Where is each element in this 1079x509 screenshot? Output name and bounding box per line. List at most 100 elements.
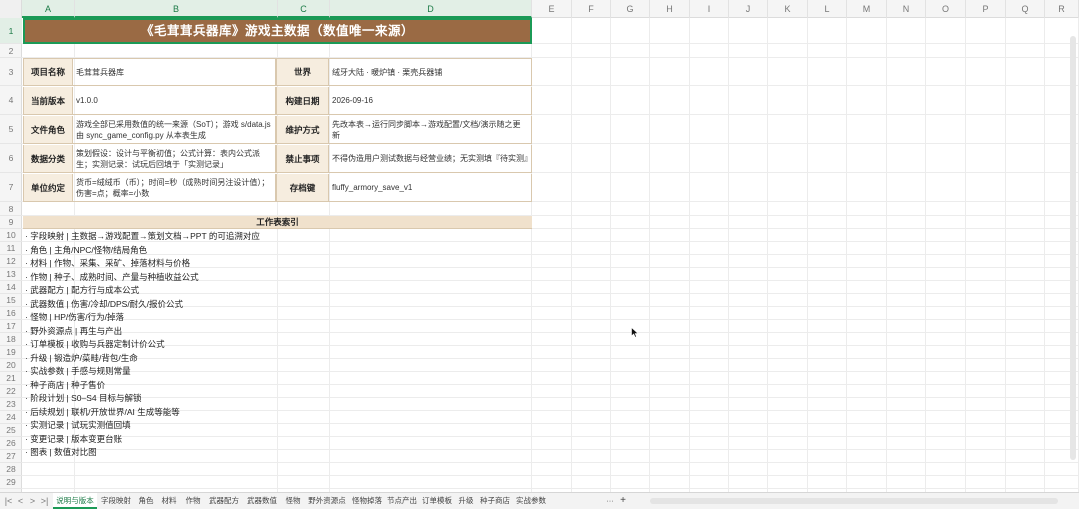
column-header-e[interactable]: E <box>532 0 572 18</box>
column-header-o[interactable]: O <box>926 0 966 18</box>
value-build-date[interactable]: 2026-09-16 <box>329 87 532 114</box>
value-project-name[interactable]: 毛茸茸兵器库 <box>73 59 276 85</box>
label-prohibited[interactable]: 禁止事项 <box>276 145 329 172</box>
sheet-tab[interactable]: 种子商店 <box>477 493 513 509</box>
sheet-tab[interactable]: 野外资源点 <box>305 493 349 509</box>
sheet-index-item[interactable]: · 种子商店 | 种子售价 <box>25 379 105 392</box>
sheet-index-item[interactable]: · 图表 | 数值对比图 <box>25 446 97 459</box>
row-header-13[interactable]: 13 <box>0 268 22 281</box>
value-units[interactable]: 货币=绒绒币（币）；时间=秒（成熟时间另注设计值）；伤害=点；概率=小数 <box>73 174 276 201</box>
sheet-index-item[interactable]: · 怪物 | HP/伤害/行为/掉落 <box>25 311 124 324</box>
label-file-role[interactable]: 文件角色 <box>23 116 73 143</box>
prev-sheet-button[interactable]: < <box>16 493 25 509</box>
row-header-9[interactable]: 9 <box>0 216 22 229</box>
row-header-18[interactable]: 18 <box>0 333 22 346</box>
column-header-k[interactable]: K <box>768 0 808 18</box>
row-header-5[interactable]: 5 <box>0 115 22 144</box>
label-build-date[interactable]: 构建日期 <box>276 87 329 114</box>
label-project-name[interactable]: 项目名称 <box>23 59 73 85</box>
row-header-12[interactable]: 12 <box>0 255 22 268</box>
column-header-c[interactable]: C <box>278 0 330 18</box>
add-sheet-button[interactable]: + <box>617 493 629 509</box>
sheet-tab[interactable]: 材料 <box>157 493 181 509</box>
sheet-index-item[interactable]: · 实测记录 | 试玩实测值回填 <box>25 419 131 432</box>
title-cell[interactable]: 《毛茸茸兵器库》游戏主数据（数值唯一来源） <box>23 18 532 44</box>
column-header-d[interactable]: D <box>330 0 532 18</box>
row-header-4[interactable]: 4 <box>0 86 22 115</box>
sheet-index-item[interactable]: · 订单模板 | 收购与兵器定制计价公式 <box>25 338 165 351</box>
sheet-tab[interactable]: 升级 <box>455 493 477 509</box>
row-header-14[interactable]: 14 <box>0 281 22 294</box>
value-prohibited[interactable]: 不得伪造用户测试数据与经营业绩；无实测填『待实测』 <box>329 145 532 172</box>
sheet-index-item[interactable]: · 武器配方 | 配方行与成本公式 <box>25 284 139 297</box>
column-header-h[interactable]: H <box>650 0 690 18</box>
row-header-27[interactable]: 27 <box>0 450 22 463</box>
column-header-n[interactable]: N <box>887 0 926 18</box>
row-header-28[interactable]: 28 <box>0 463 22 476</box>
column-header-b[interactable]: B <box>75 0 278 18</box>
sheet-index-item[interactable]: · 角色 | 主角/NPC/怪物/结局角色 <box>25 244 147 257</box>
row-header-16[interactable]: 16 <box>0 307 22 320</box>
row-header-3[interactable]: 3 <box>0 58 22 86</box>
row-header-6[interactable]: 6 <box>0 144 22 173</box>
row-header-21[interactable]: 21 <box>0 372 22 385</box>
column-header-a[interactable]: A <box>22 0 75 18</box>
row-header-22[interactable]: 22 <box>0 385 22 398</box>
sheet-tab[interactable]: 怪物 <box>281 493 305 509</box>
sheet-tab[interactable]: 武器数值 <box>243 493 281 509</box>
label-units[interactable]: 单位约定 <box>23 174 73 201</box>
label-world[interactable]: 世界 <box>276 59 329 85</box>
row-header-20[interactable]: 20 <box>0 359 22 372</box>
row-header-15[interactable]: 15 <box>0 294 22 307</box>
column-header-m[interactable]: M <box>847 0 887 18</box>
column-header-p[interactable]: P <box>966 0 1006 18</box>
row-header-29[interactable]: 29 <box>0 476 22 489</box>
sheet-tab[interactable]: 说明与版本 <box>53 493 97 509</box>
column-header-l[interactable]: L <box>808 0 847 18</box>
value-save-key[interactable]: fluffy_armory_save_v1 <box>329 174 532 201</box>
row-header-25[interactable]: 25 <box>0 424 22 437</box>
last-sheet-button[interactable]: >| <box>40 493 49 509</box>
sheet-tab[interactable]: 角色 <box>135 493 157 509</box>
sheet-tab[interactable]: 订单模板 <box>419 493 455 509</box>
value-maintenance[interactable]: 先改本表→运行同步脚本→游戏配置/文档/演示随之更新 <box>329 116 532 143</box>
row-header-24[interactable]: 24 <box>0 411 22 424</box>
value-world[interactable]: 绒牙大陆 · 暖炉镇 · 栗壳兵器铺 <box>329 59 532 85</box>
sheet-index-item[interactable]: · 变更记录 | 版本变更台账 <box>25 433 122 446</box>
sheet-index-item[interactable]: · 野外资源点 | 再生与产出 <box>25 325 122 338</box>
row-header-8[interactable]: 8 <box>0 202 22 216</box>
sheet-grid[interactable]: 《毛茸茸兵器库》游戏主数据（数值唯一来源） 项目名称 毛茸茸兵器库 世界 绒牙大… <box>22 18 1079 492</box>
value-data-class[interactable]: 策划假设：设计与平衡初值；公式计算：表内公式派生；实测记录：试玩后回填于「实测记… <box>73 145 276 172</box>
value-file-role[interactable]: 游戏全部已采用数值的统一来源（SoT）；游戏 s/data.js 由 sync_… <box>73 116 276 143</box>
column-header-r[interactable]: R <box>1045 0 1079 18</box>
first-sheet-button[interactable]: |< <box>4 493 13 509</box>
label-maintenance[interactable]: 维护方式 <box>276 116 329 143</box>
sheet-tab[interactable]: 实战参数 <box>513 493 549 509</box>
column-header-i[interactable]: I <box>690 0 729 18</box>
row-header-2[interactable]: 2 <box>0 44 22 58</box>
sheet-index-header[interactable]: 工作表索引 <box>23 216 532 229</box>
sheet-index-item[interactable]: · 升级 | 锻造炉/菜畦/背包/生命 <box>25 352 138 365</box>
column-header-f[interactable]: F <box>572 0 611 18</box>
column-header-j[interactable]: J <box>729 0 768 18</box>
select-all-corner[interactable] <box>0 0 22 18</box>
sheet-index-item[interactable]: · 材料 | 作物、采集、采矿、掉落材料与价格 <box>25 257 190 270</box>
horizontal-scrollbar[interactable] <box>650 498 1058 504</box>
sheet-tab[interactable]: 武器配方 <box>205 493 243 509</box>
row-header-1[interactable]: 1 <box>0 18 22 44</box>
column-header-q[interactable]: Q <box>1006 0 1045 18</box>
row-header-10[interactable]: 10 <box>0 229 22 242</box>
row-header-17[interactable]: 17 <box>0 320 22 333</box>
sheet-index-item[interactable]: · 武器数值 | 伤害/冷却/DPS/耐久/报价公式 <box>25 298 183 311</box>
sheet-tab[interactable]: 怪物掉落 <box>349 493 385 509</box>
row-header-26[interactable]: 26 <box>0 437 22 450</box>
sheet-tab[interactable]: 字段映射 <box>97 493 135 509</box>
value-version[interactable]: v1.0.0 <box>73 87 276 114</box>
sheet-index-item[interactable]: · 后续规划 | 联机/开放世界/AI 生成等能等 <box>25 406 180 419</box>
sheet-index-item[interactable]: · 字段映射 | 主数据→游戏配置→策划文档→PPT 的可追溯对应 <box>25 230 260 243</box>
sheet-index-item[interactable]: · 阶段计划 | S0–S4 目标与解锁 <box>25 392 142 405</box>
row-header-19[interactable]: 19 <box>0 346 22 359</box>
row-header-23[interactable]: 23 <box>0 398 22 411</box>
row-header-7[interactable]: 7 <box>0 173 22 202</box>
vertical-scrollbar[interactable] <box>1070 36 1076 460</box>
